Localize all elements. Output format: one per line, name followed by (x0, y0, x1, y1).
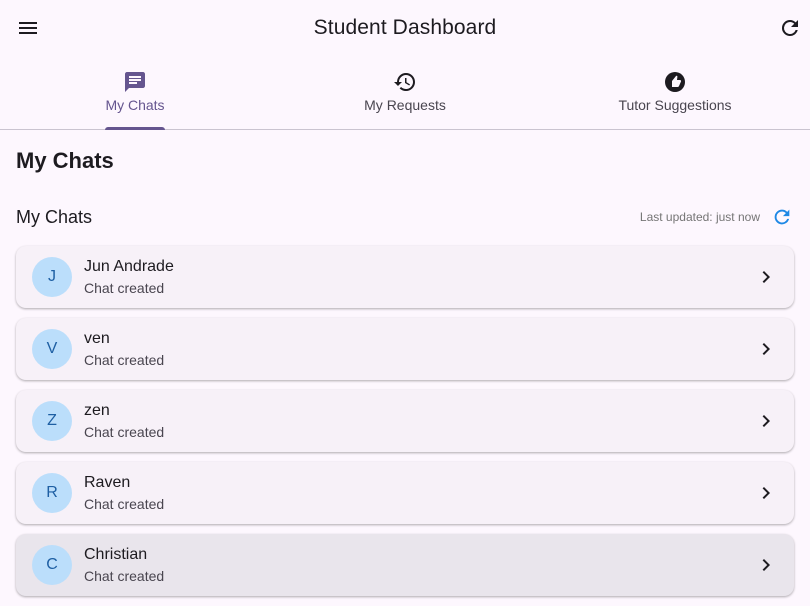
chat-icon (123, 70, 147, 94)
chat-name: Jun Andrade (84, 258, 174, 275)
tab-bar: My Chats My Requests Tutor Suggestions (0, 58, 810, 130)
menu-icon (19, 22, 37, 34)
chevron-right-icon (754, 409, 778, 433)
active-tab-indicator (105, 127, 165, 130)
tab-label: Tutor Suggestions (618, 97, 732, 113)
section-title: My Chats (16, 206, 93, 227)
avatar: V (32, 329, 72, 369)
chat-name: Raven (84, 474, 131, 491)
chat-name: Christian (84, 546, 148, 563)
chevron-right-icon (754, 337, 778, 361)
chat-list-item[interactable]: C Christian Chat created (16, 534, 794, 596)
avatar: C (32, 545, 72, 585)
suggestion-icon (663, 70, 687, 94)
chevron-right-icon (754, 481, 778, 505)
chevron-right-icon (754, 553, 778, 577)
chat-status: Chat created (84, 496, 165, 512)
tab-tutor-suggestions[interactable]: Tutor Suggestions (540, 58, 810, 129)
last-updated-text: Last updated: just now (639, 210, 760, 224)
app-title: Student Dashboard (313, 16, 497, 39)
chat-list-item[interactable]: Z zen Chat created (16, 390, 794, 452)
avatar: R (32, 473, 72, 513)
refresh-icon (774, 209, 790, 225)
section-header: My Chats Last updated: just now (16, 205, 794, 229)
tab-my-requests[interactable]: My Requests (270, 58, 540, 129)
chat-status: Chat created (84, 280, 165, 296)
avatar: Z (32, 401, 72, 441)
tab-my-chats[interactable]: My Chats (0, 58, 270, 130)
refresh-icon (781, 19, 798, 36)
chat-status: Chat created (84, 568, 165, 584)
chat-status: Chat created (84, 352, 165, 368)
chevron-right-icon (754, 265, 778, 289)
menu-button[interactable] (12, 12, 44, 44)
refresh-button[interactable] (774, 12, 806, 44)
app-bar: Student Dashboard (0, 0, 810, 56)
chat-status: Chat created (84, 424, 165, 440)
tab-label: My Requests (364, 97, 446, 113)
chat-list-item[interactable]: V ven Chat created (16, 318, 794, 380)
chat-name: ven (84, 330, 110, 347)
history-icon (393, 70, 417, 94)
page-title: My Chats (16, 148, 114, 173)
avatar: J (32, 257, 72, 297)
chat-list-item[interactable]: J Jun Andrade Chat created (16, 246, 794, 308)
chat-list-item[interactable]: R Raven Chat created (16, 462, 794, 524)
tab-label: My Chats (105, 97, 165, 113)
chat-list: J Jun Andrade Chat created V ven Chat cr… (16, 246, 794, 606)
refresh-chats-button[interactable] (770, 205, 794, 229)
chat-name: zen (84, 402, 110, 419)
